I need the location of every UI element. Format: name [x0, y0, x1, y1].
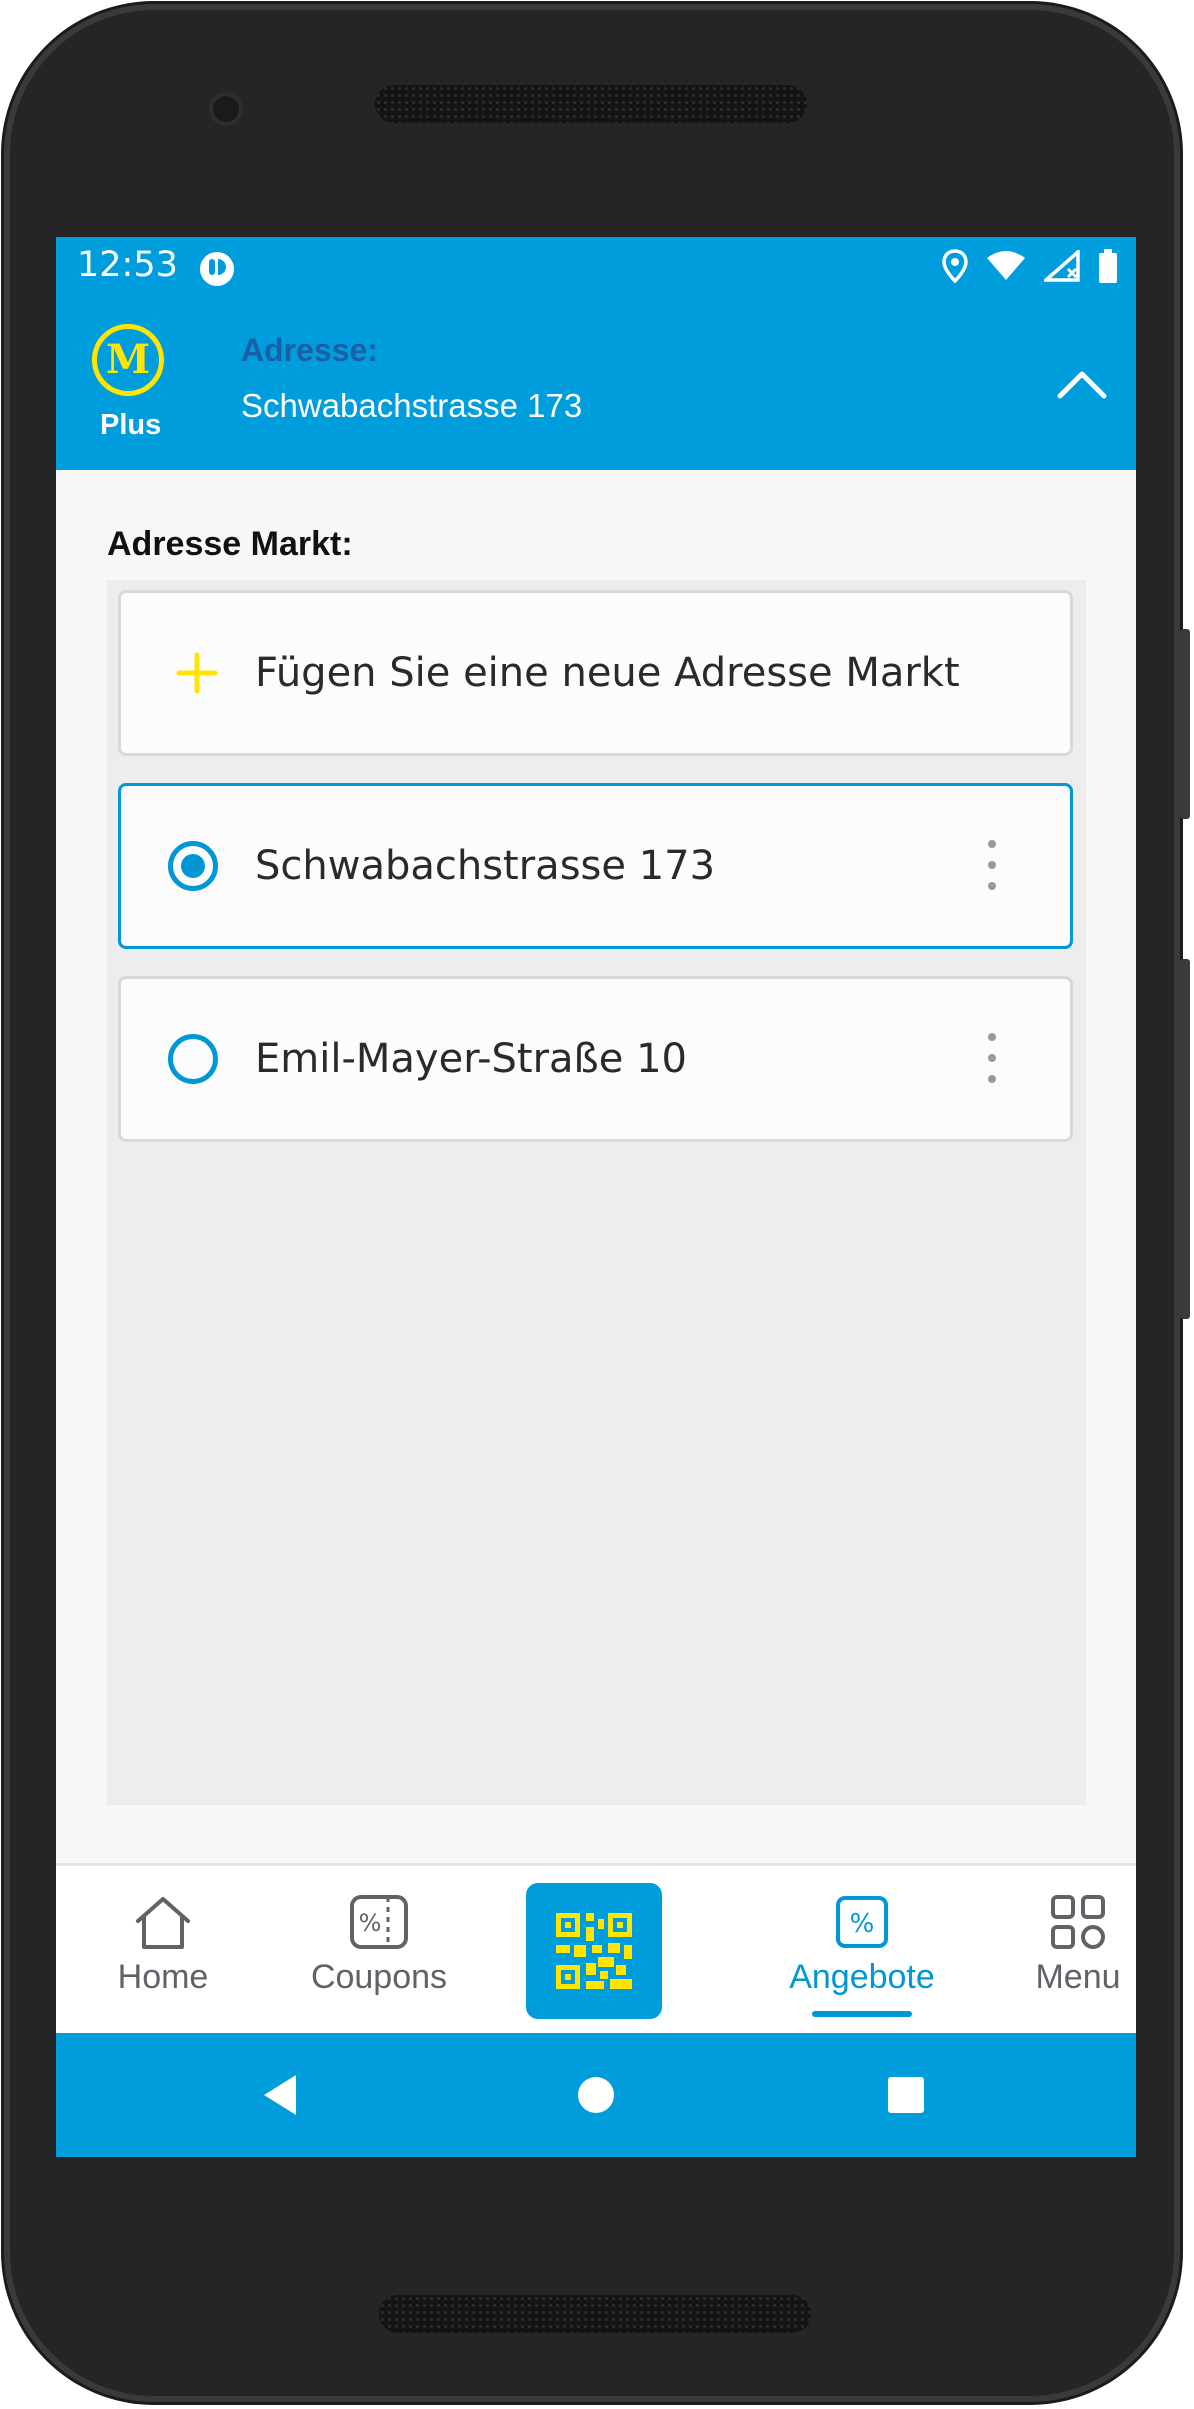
signal-icon	[1044, 250, 1080, 282]
add-address-button[interactable]: Fügen Sie eine neue Adresse Markt	[118, 590, 1073, 756]
app-notification-icon	[200, 252, 234, 286]
home-circle-icon[interactable]	[576, 2075, 616, 2115]
recents-icon[interactable]	[887, 2076, 925, 2114]
nav-coupons-label: Coupons	[310, 1958, 448, 1996]
bottom-navigation: Home % Coupons % Angebote Menu	[56, 1863, 1136, 2033]
battery-icon	[1099, 249, 1117, 283]
back-icon[interactable]	[260, 2073, 300, 2117]
address-radio-unselected[interactable]	[168, 1034, 218, 1084]
wifi-icon	[987, 251, 1025, 280]
volume-button	[1180, 629, 1190, 819]
bottom-speaker	[379, 2295, 811, 2333]
address-content: Adresse Markt: Fügen Sie eine neue Adres…	[56, 470, 1136, 1863]
nav-home-label: Home	[117, 1958, 209, 1996]
top-speaker	[375, 85, 807, 123]
nav-menu[interactable]: Menu	[988, 1866, 1136, 2033]
nav-angebote[interactable]: % Angebote	[772, 1866, 952, 2033]
app-header: M Plus Adresse: Schwabachstrasse 173	[56, 299, 1136, 470]
status-time: 12:53	[77, 245, 178, 285]
section-title: Adresse Markt:	[107, 525, 353, 563]
status-bar: 12:53	[56, 237, 1136, 299]
nav-qr-code[interactable]	[526, 1883, 662, 2019]
chevron-up-icon[interactable]	[1054, 364, 1110, 404]
system-navigation-bar	[56, 2033, 1136, 2157]
address-card-emil-mayer[interactable]: Emil-Mayer-Straße 10	[118, 976, 1073, 1142]
more-options-icon[interactable]	[986, 1033, 998, 1085]
add-address-label: Fügen Sie eine neue Adresse Markt	[255, 650, 960, 696]
address-value[interactable]: Schwabachstrasse 173	[241, 387, 582, 425]
percent-tag-icon: %	[836, 1896, 888, 1948]
address-card-schwabachstrasse[interactable]: Schwabachstrasse 173	[118, 783, 1073, 949]
address-list-area	[107, 580, 1086, 1805]
logo-letter: M	[105, 336, 151, 383]
location-icon	[942, 249, 968, 283]
plus-icon	[176, 652, 218, 694]
address-card-label: Emil-Mayer-Straße 10	[255, 1036, 687, 1082]
nav-angebote-label: Angebote	[789, 1958, 935, 1996]
grid-menu-icon	[1051, 1895, 1105, 1949]
power-button	[1180, 959, 1190, 1319]
more-options-icon[interactable]	[986, 840, 998, 892]
svg-text:%: %	[850, 1909, 875, 1939]
active-tab-indicator	[812, 2011, 912, 2017]
address-label: Adresse:	[241, 332, 378, 368]
nav-home[interactable]: Home	[73, 1866, 253, 2033]
phone-frame: 12:53 M Plus Adresse: Schwabachstrasse 1…	[4, 4, 1190, 2402]
home-icon	[136, 1897, 190, 1949]
qr-code-icon	[556, 1913, 632, 1989]
logo-icon: M	[92, 324, 164, 396]
nav-menu-label: Menu	[1035, 1958, 1121, 1996]
front-camera	[209, 92, 243, 126]
screen: 12:53 M Plus Adresse: Schwabachstrasse 1…	[56, 237, 1136, 2157]
address-radio-selected[interactable]	[168, 841, 218, 891]
logo-sub-label: Plus	[100, 409, 162, 441]
address-card-label: Schwabachstrasse 173	[255, 843, 716, 889]
svg-text:%: %	[359, 1909, 382, 1937]
nav-coupons[interactable]: % Coupons	[289, 1866, 469, 2033]
coupon-icon: %	[350, 1895, 408, 1949]
